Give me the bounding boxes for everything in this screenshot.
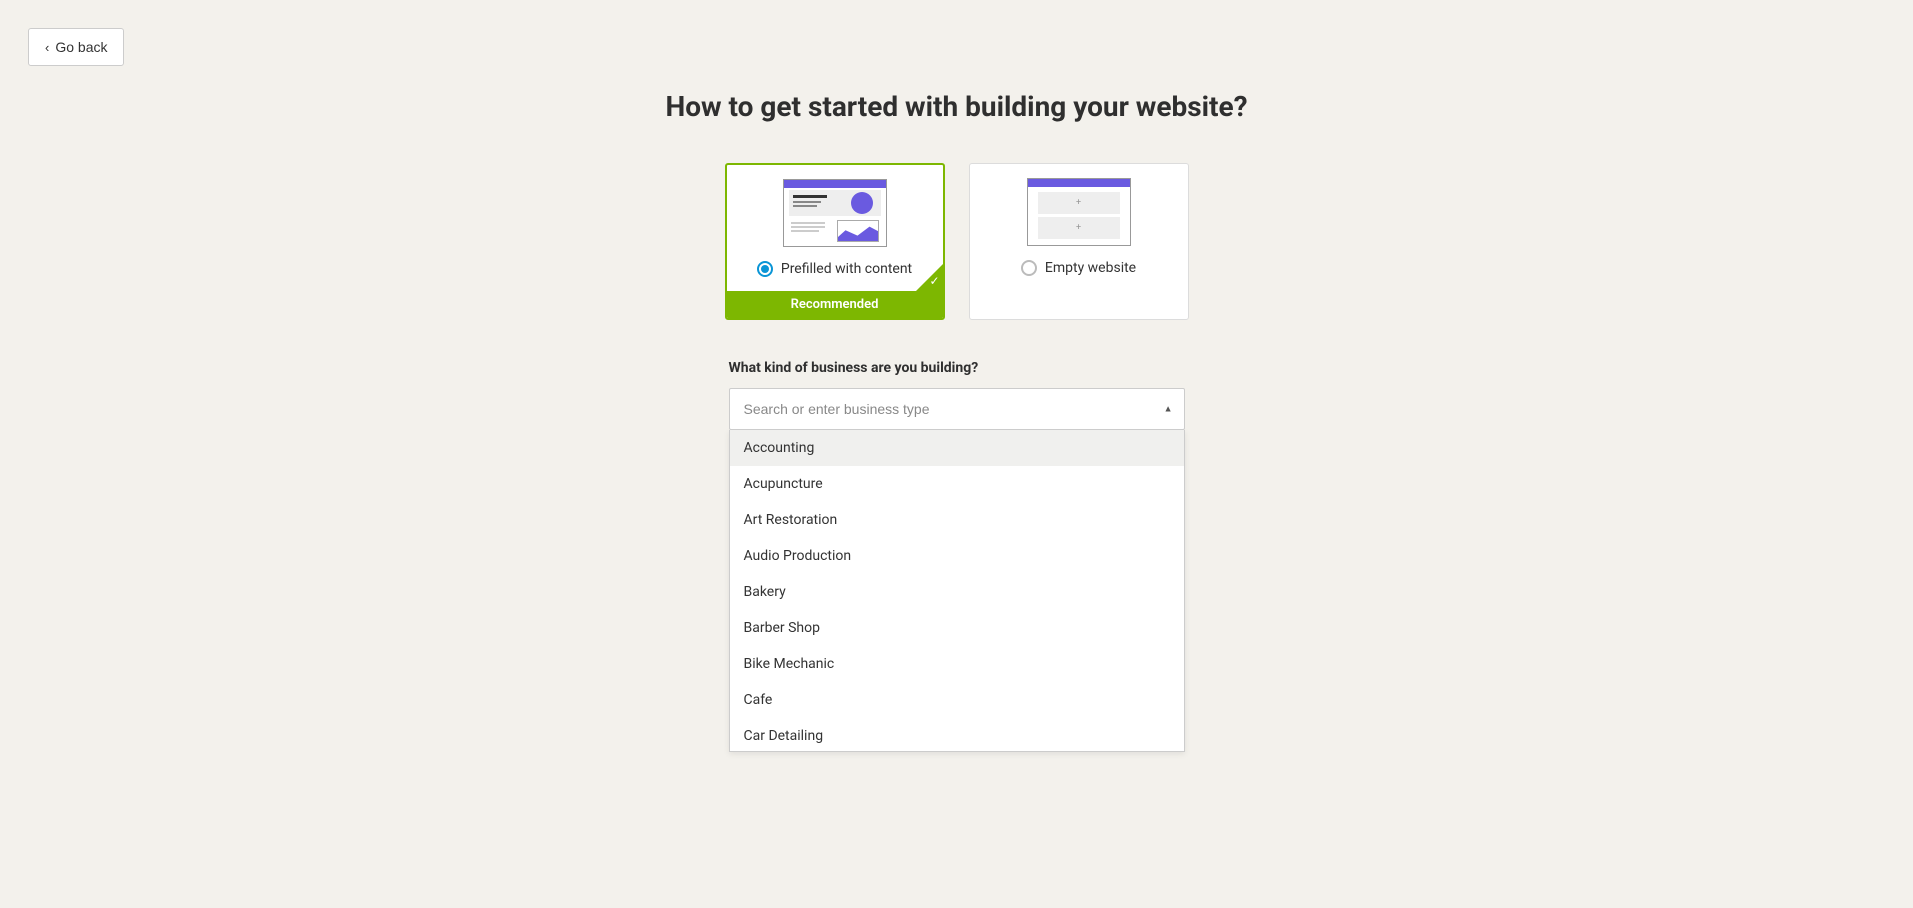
option-card-empty[interactable]: + + Empty website [969,163,1189,320]
onboarding-container: How to get started with building your we… [0,0,1913,752]
option-card-prefilled[interactable]: Prefilled with content ✓ Recommended [725,163,945,320]
radio-selected-icon [757,261,773,277]
selected-corner-icon [916,263,944,291]
dropdown-item[interactable]: Bakery [730,574,1184,610]
dropdown-item[interactable]: Audio Production [730,538,1184,574]
dropdown-item[interactable]: Car Detailing [730,718,1184,752]
start-option-cards: Prefilled with content ✓ Recommended + + [725,163,1189,320]
page-title: How to get started with building your we… [665,90,1247,123]
chevron-left-icon: ‹ [45,41,49,54]
business-type-label: What kind of business are you building? [729,360,1185,376]
card-body: + + Empty website [970,164,1188,290]
dropdown-item[interactable]: Barber Shop [730,610,1184,646]
empty-thumbnail-icon: + + [1027,178,1131,246]
dropdown-item[interactable]: Art Restoration [730,502,1184,538]
business-type-dropdown[interactable]: AccountingAcupunctureArt RestorationAudi… [729,430,1185,752]
card-body: Prefilled with content [727,165,943,291]
dropdown-item[interactable]: Acupuncture [730,466,1184,502]
option-empty-label: Empty website [1045,260,1136,276]
dropdown-item[interactable]: Bike Mechanic [730,646,1184,682]
business-type-input[interactable] [729,388,1185,430]
radio-unselected-icon [1021,260,1037,276]
business-type-combobox[interactable]: ▲ [729,388,1185,430]
go-back-label: Go back [55,39,107,55]
option-prefilled-radio-row[interactable]: Prefilled with content [757,247,912,291]
dropdown-item[interactable]: Accounting [730,430,1184,466]
recommended-badge: Recommended [727,291,943,318]
prefilled-thumbnail-icon [783,179,887,247]
business-type-section: What kind of business are you building? … [729,360,1185,752]
go-back-button[interactable]: ‹ Go back [28,28,124,66]
option-empty-radio-row[interactable]: Empty website [1021,246,1136,290]
option-prefilled-label: Prefilled with content [781,261,912,277]
dropdown-item[interactable]: Cafe [730,682,1184,718]
